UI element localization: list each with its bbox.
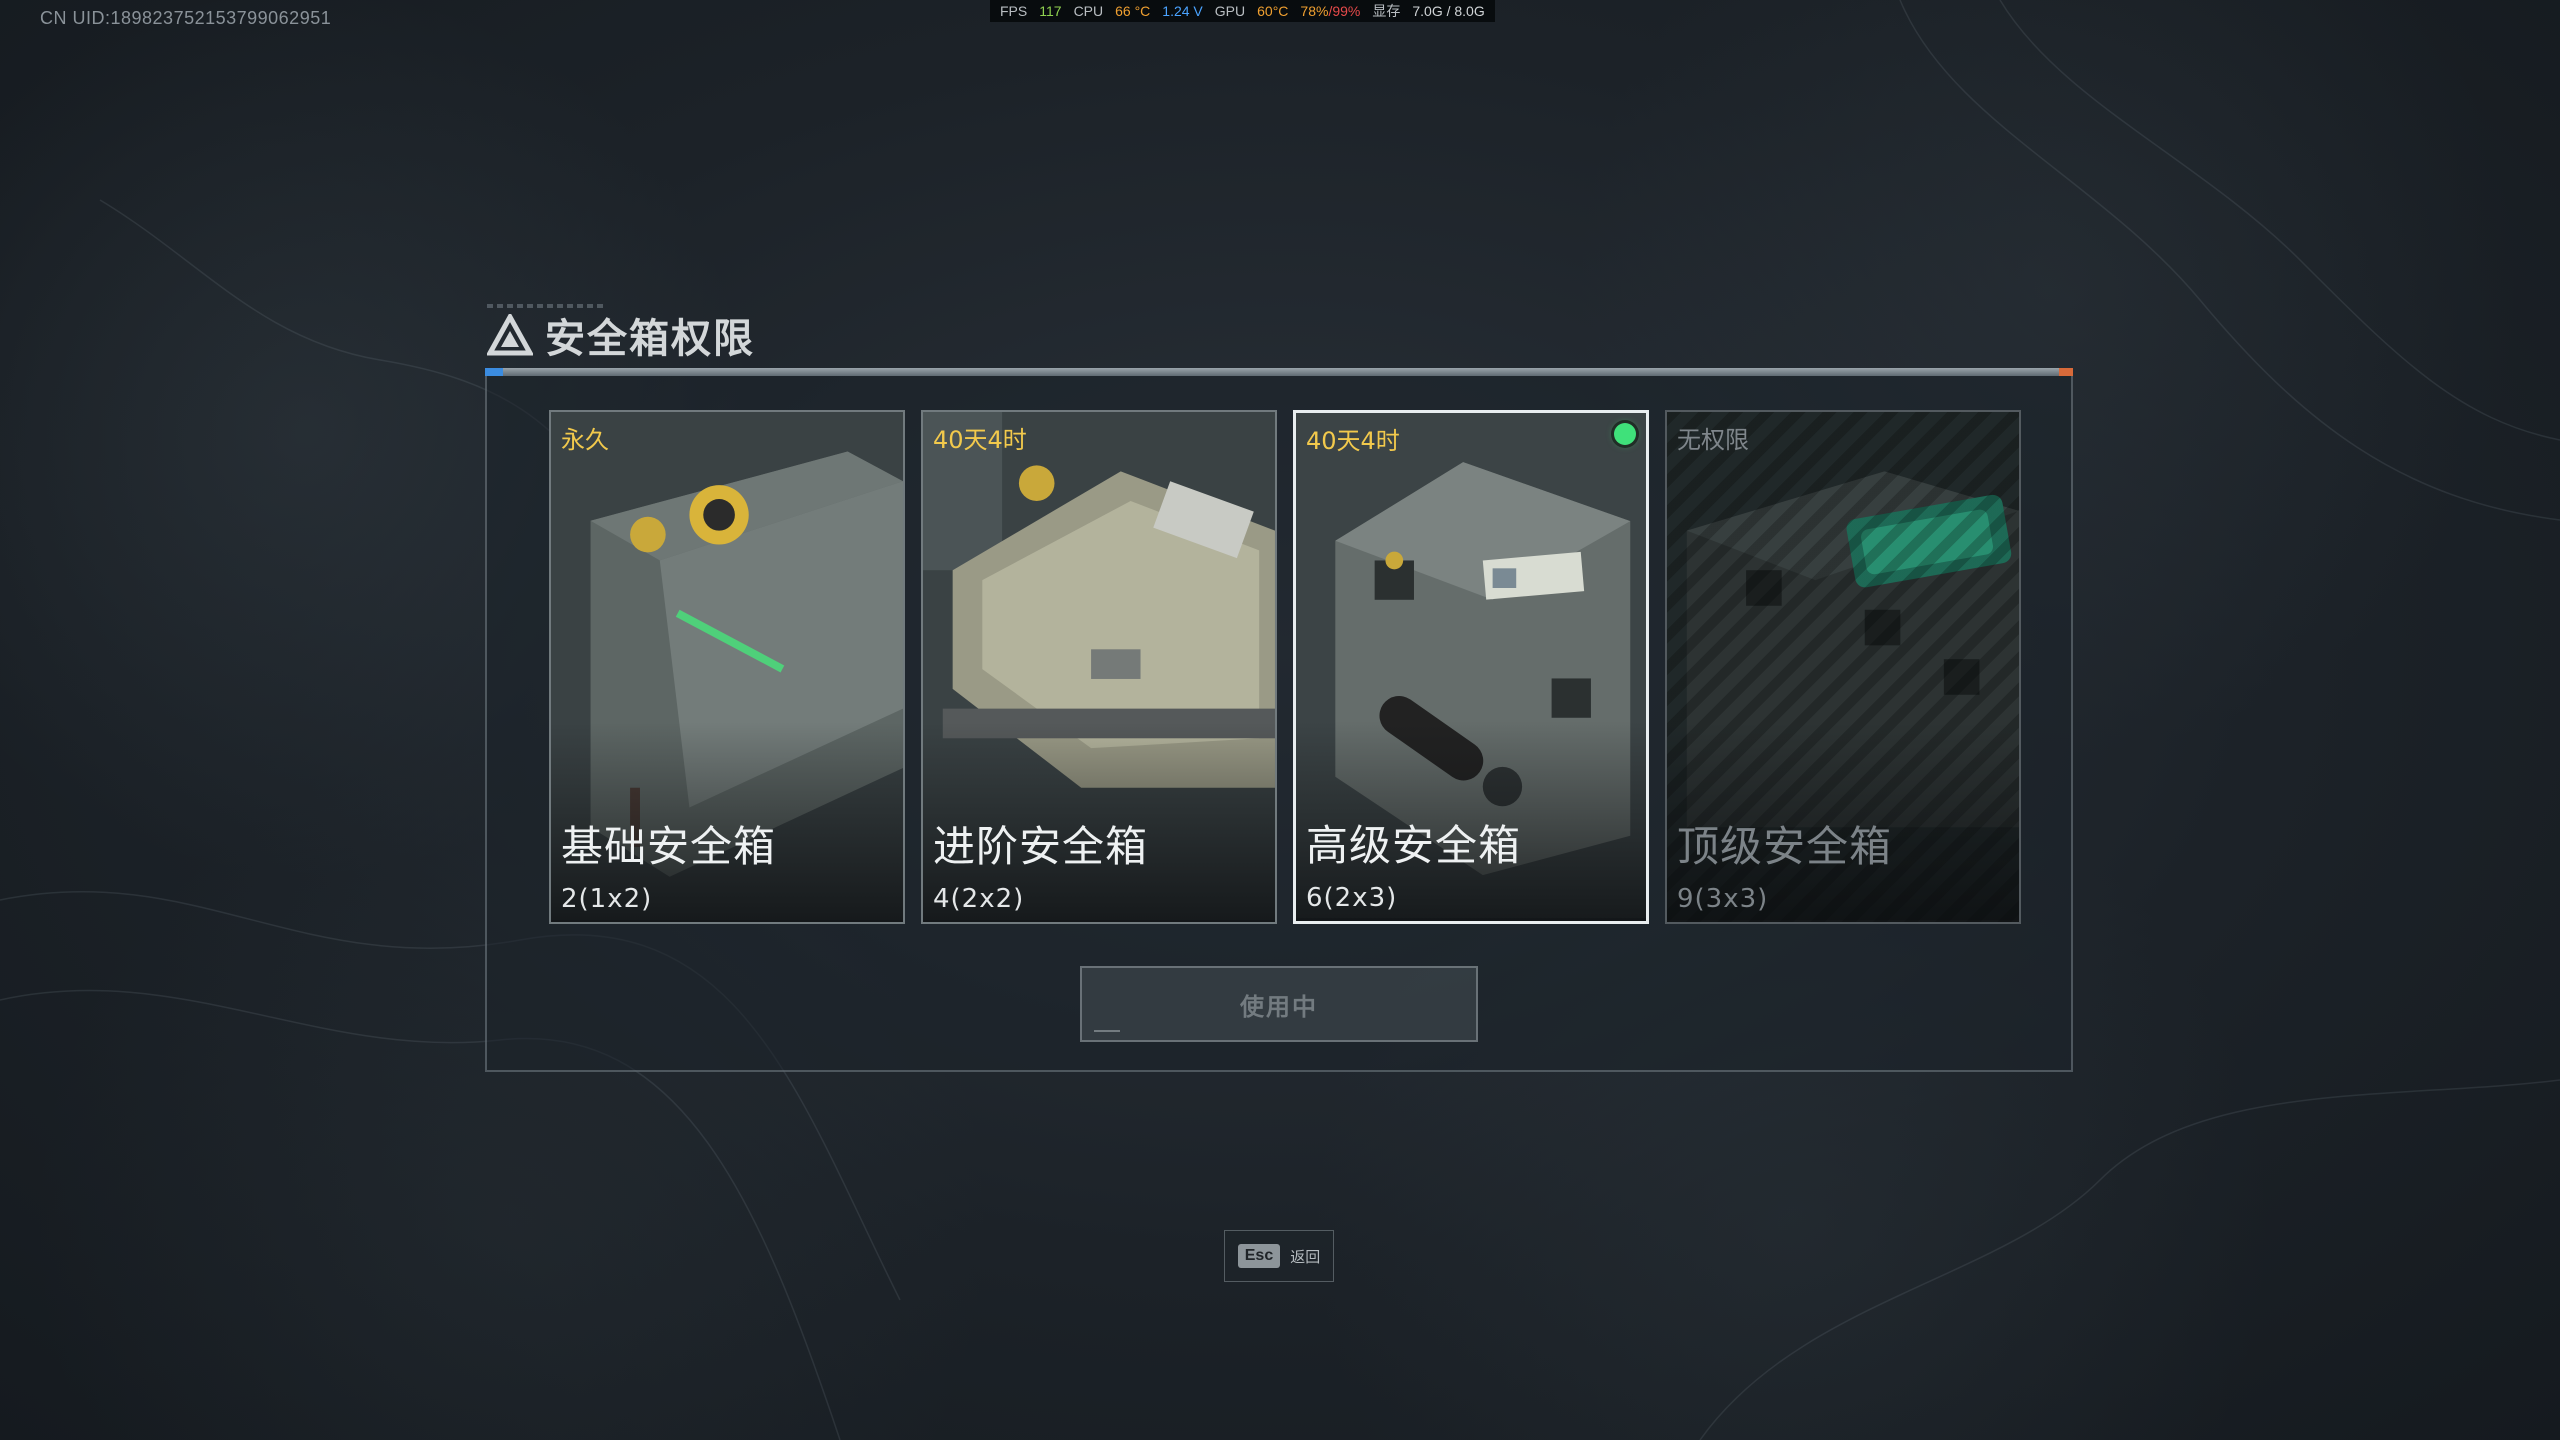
vram-label: 显存: [1372, 3, 1401, 19]
dialog-title: 安全箱权限: [545, 316, 755, 362]
card-duration: 40天4时: [933, 426, 1027, 454]
safebox-card-premium[interactable]: 40天4时 高级安全箱 6(2x3): [1293, 410, 1649, 924]
cpu-voltage: 1.24 V: [1162, 3, 1203, 19]
safebox-card-top[interactable]: 无权限 顶级安全箱 9(3x3): [1665, 410, 2021, 924]
button-corner-mark: [1094, 1030, 1120, 1032]
fps-value: 117: [1039, 3, 1062, 19]
card-capacity: 2(1x2): [561, 884, 653, 914]
safebox-card-advanced[interactable]: 40天4时 进阶安全箱 4(2x2): [921, 410, 1277, 924]
card-duration: 无权限: [1677, 426, 1749, 454]
dialog-top-border: [485, 368, 2073, 376]
card-name: 进阶安全箱: [933, 822, 1149, 871]
card-capacity: 9(3x3): [1677, 884, 1769, 914]
fps-label: FPS: [1000, 3, 1028, 19]
card-name: 基础安全箱: [561, 822, 777, 871]
gpu-usage-a: 78%: [1300, 3, 1329, 19]
cpu-label: CPU: [1073, 3, 1104, 19]
card-capacity: 6(2x3): [1306, 883, 1398, 913]
gpu-usage-b: /99%: [1328, 3, 1361, 19]
in-use-indicator-icon: [1614, 423, 1636, 445]
back-label: 返回: [1290, 1247, 1321, 1266]
in-use-button[interactable]: 使用中: [1080, 966, 1478, 1042]
vram-value: 7.0G / 8.0G: [1412, 3, 1485, 19]
card-capacity: 4(2x2): [933, 884, 1025, 914]
user-uid: CN UID:1898237521537990629​51: [40, 8, 332, 28]
card-duration: 永久: [561, 426, 609, 454]
card-name: 高级安全箱: [1306, 821, 1522, 870]
card-duration: 40天4时: [1306, 427, 1400, 455]
card-name: 顶级安全箱: [1677, 822, 1893, 871]
safebox-card-basic[interactable]: 永久 基础安全箱 2(1x2): [549, 410, 905, 924]
gpu-label: GPU: [1214, 3, 1246, 19]
esc-key-icon: Esc: [1237, 1244, 1281, 1268]
dialog-header: 安全箱权限: [487, 306, 755, 364]
gpu-usage: 78%/99%: [1300, 3, 1360, 19]
esc-back-button[interactable]: Esc 返回: [1224, 1230, 1334, 1282]
in-use-button-label: 使用中: [1240, 992, 1318, 1021]
performance-overlay: FPS 117 CPU 66 °C 1.24 V GPU 60°C 78%/99…: [990, 0, 1495, 22]
safebox-card-list: 永久 基础安全箱 2(1x2) 40天4时 进阶安全箱 4(2x2) 40天4时…: [549, 410, 2021, 924]
triangle-logo-icon: [487, 314, 533, 356]
cpu-temp: 66 °C: [1115, 3, 1151, 19]
gpu-temp: 60°C: [1257, 3, 1289, 19]
